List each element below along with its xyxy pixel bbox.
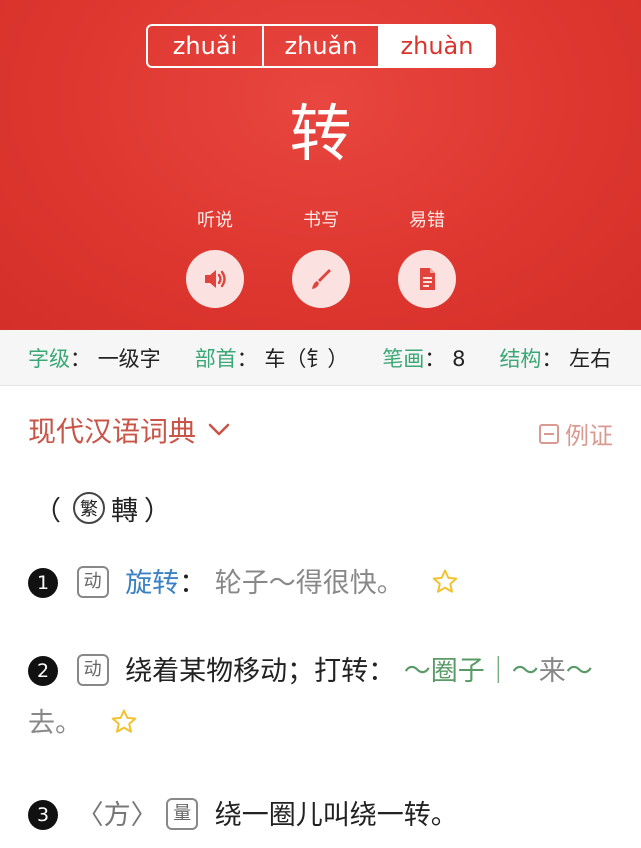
definition-list: （ 繁 轉 ） 1 动 旋转： 轮子～得很快。 2 动 绕着某物移动；打转： ～… (28, 488, 618, 842)
examples-label: 例证 (565, 422, 613, 450)
term-link[interactable]: 旋转 (125, 568, 179, 599)
document-icon (398, 250, 456, 308)
write-label: 书写 (303, 210, 339, 231)
definition-number: 2 (28, 655, 58, 686)
definition-item: 2 动 绕着某物移动；打转： ～圈子｜～来～去。 (28, 646, 618, 750)
region-tag: 〈方〉 (76, 800, 158, 831)
definition-item: 1 动 旋转： 轮子～得很快。 (28, 558, 618, 610)
listen-button[interactable]: 听说 (170, 206, 260, 308)
mistakes-button[interactable]: 易错 (382, 206, 472, 308)
traditional-badge: 繁 (73, 492, 105, 524)
listen-label: 听说 (197, 210, 233, 231)
pos-badge: 量 (166, 797, 199, 830)
definition-number: 3 (28, 799, 58, 830)
speaker-icon (186, 250, 244, 308)
pinyin-tab-zhuan4[interactable]: zhuàn (378, 26, 494, 66)
character-header: zhuǎi zhuǎn zhuàn 转 听说 书写 易错 (0, 0, 641, 330)
example-text: 轮子～得很快。 (214, 568, 404, 599)
dictionary-title: 现代汉语词典 (28, 415, 197, 448)
pinyin-tab-zhuai[interactable]: zhuǎi (148, 26, 262, 66)
star-icon[interactable] (109, 707, 139, 737)
info-level: 字级： 一级字 (28, 346, 161, 371)
main-character: 转 (289, 97, 352, 170)
info-strokes: 笔画： 8 (382, 346, 466, 371)
traditional-char: 轉 (111, 495, 138, 527)
chevron-down-icon (208, 423, 230, 436)
pinyin-tab-group: zhuǎi zhuǎn zhuàn (146, 24, 496, 68)
brush-icon (292, 250, 350, 308)
examples-toggle[interactable]: 例证 (539, 416, 613, 451)
definition-text: 绕着某物移动；打转： (125, 656, 396, 687)
star-icon[interactable] (430, 567, 460, 597)
info-radical: 部首： 车（钅） (194, 346, 349, 371)
definition-text: 绕一圈儿叫绕一转。 (214, 800, 458, 831)
dictionary-selector[interactable]: 现代汉语词典 (28, 410, 230, 450)
checkbox-icon (539, 423, 559, 444)
character-info-bar: 字级： 一级字 部首： 车（钅） 笔画： 8 结构： 左右 (0, 330, 641, 386)
mistakes-label: 易错 (409, 210, 445, 231)
write-button[interactable]: 书写 (276, 206, 366, 308)
definition-item: 3 〈方〉 量 绕一圈儿叫绕一转。 (28, 790, 618, 842)
info-structure: 结构： 左右 (499, 346, 612, 371)
example-text: ～圈子｜～ (403, 656, 539, 687)
definition-number: 1 (28, 567, 58, 598)
pos-badge: 动 (76, 653, 109, 686)
pos-badge: 动 (76, 565, 109, 598)
pinyin-tab-zhuan3[interactable]: zhuǎn (262, 26, 378, 66)
traditional-form: （ 繁 轉 ） (28, 488, 618, 528)
